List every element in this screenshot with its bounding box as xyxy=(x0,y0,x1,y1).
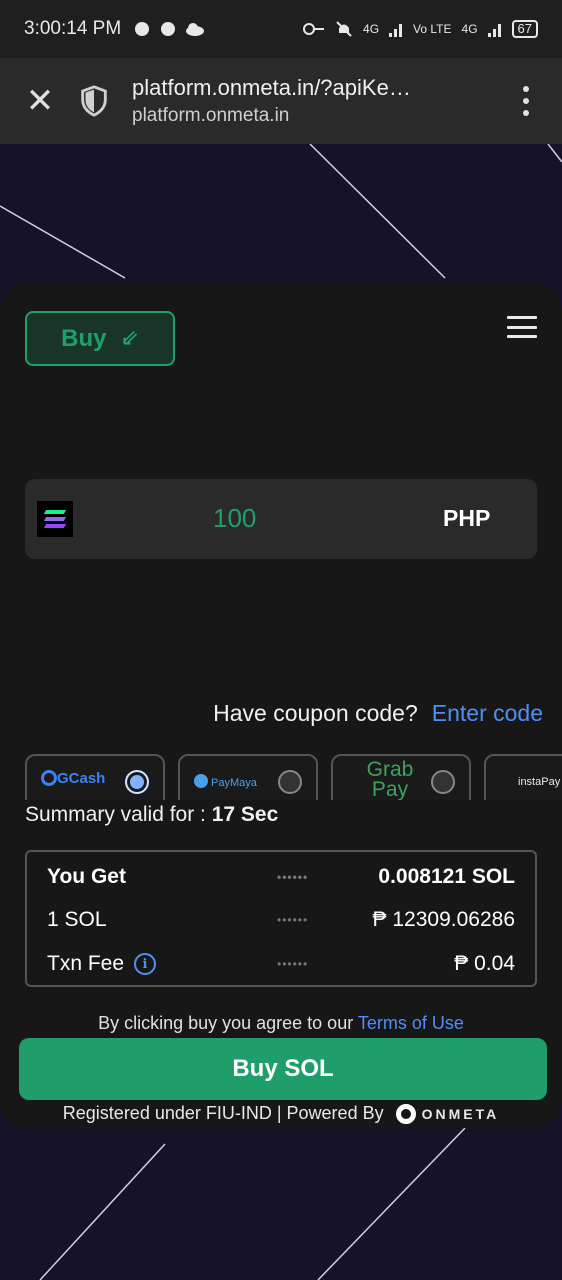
notification-icons xyxy=(133,21,205,37)
summary-validity: Summary valid for : 17 Sec xyxy=(25,803,278,827)
currency-selector[interactable]: PHP xyxy=(443,505,490,532)
buy-tab-label: Buy xyxy=(61,324,107,352)
buy-sol-button[interactable]: Buy SOL xyxy=(19,1038,547,1100)
summary-box: You Get •••••• 0.008121 SOL 1 SOL ••••••… xyxy=(25,850,537,987)
cloud-icon xyxy=(186,23,205,36)
app-notification-icon xyxy=(135,22,150,36)
payment-method-grabpay[interactable]: Grab Pay xyxy=(331,754,471,800)
amount-input[interactable]: 100 xyxy=(213,503,256,534)
payment-method-paymaya[interactable]: PayMaya xyxy=(178,754,318,800)
footer: Registered under FIU-IND | Powered By ON… xyxy=(0,1103,562,1124)
footer-text: Registered under FIU-IND | Powered By xyxy=(62,1103,384,1123)
summary-label-fee: Txn Fee i xyxy=(47,952,277,976)
arrow-down-left-icon: ⇙ xyxy=(120,326,139,351)
terms-prefix: By clicking buy you agree to our xyxy=(98,1013,354,1033)
instapay-logo: instaPay xyxy=(518,776,561,788)
buy-tab[interactable]: Buy ⇙ xyxy=(25,311,175,366)
mute-icon xyxy=(336,21,352,37)
summary-label: Txn Fee xyxy=(47,952,125,975)
network-label: 4G xyxy=(461,22,478,36)
summary-label: 1 SOL xyxy=(47,908,107,931)
summary-row-rate: 1 SOL •••••• ₱ 12309.06286 xyxy=(47,905,515,935)
summary-dots: •••••• xyxy=(277,957,309,971)
solana-icon[interactable] xyxy=(37,501,73,537)
url-title: platform.onmeta.in/?apiKe… xyxy=(132,75,411,100)
payment-method-instapay[interactable]: instaPay xyxy=(484,754,562,800)
coupon-question: Have coupon code? xyxy=(213,700,418,726)
summary-row-fee: Txn Fee i •••••• ₱ 0.04 xyxy=(47,949,515,979)
info-icon[interactable]: i xyxy=(134,953,157,975)
gcash-logo: GCash xyxy=(41,770,105,787)
more-options-icon[interactable] xyxy=(506,77,546,125)
summary-dots: •••••• xyxy=(277,913,309,927)
hamburger-menu-icon[interactable] xyxy=(507,316,537,338)
status-time: 3:00:14 PM xyxy=(24,18,122,39)
url-domain: platform.onmeta.in xyxy=(132,105,290,126)
radio-button[interactable] xyxy=(125,770,149,794)
radio-button[interactable] xyxy=(431,770,455,794)
summary-label: You Get xyxy=(47,865,126,888)
app-notification-icon xyxy=(161,22,176,36)
url-display[interactable]: platform.onmeta.in/?apiKe… platform.onme… xyxy=(132,75,506,127)
summary-value: 0.008121 SOL xyxy=(378,865,515,888)
network-label: 4G xyxy=(363,22,380,36)
shield-icon[interactable] xyxy=(70,77,118,125)
battery-icon: 67 xyxy=(511,20,538,38)
payment-methods: GCash PayMaya Grab Pay instaPay xyxy=(25,754,562,800)
volte-label: Vo LTE xyxy=(413,22,452,36)
status-bar: 3:00:14 PM 4G Vo LTE 4G 67 xyxy=(0,0,562,58)
paymaya-logo: PayMaya xyxy=(194,774,257,789)
coupon-row: Have coupon code? Enter code xyxy=(213,700,543,727)
summary-value: ₱ 0.04 xyxy=(454,952,515,975)
payment-method-gcash[interactable]: GCash xyxy=(25,754,165,800)
grabpay-logo: Grab Pay xyxy=(366,758,414,800)
summary-dots: •••••• xyxy=(277,870,309,884)
validity-timer: 17 Sec xyxy=(211,803,279,826)
amount-input-box[interactable]: 100 PHP xyxy=(25,479,537,559)
close-icon[interactable]: ✕ xyxy=(16,77,64,125)
system-icons: 4G Vo LTE 4G 67 xyxy=(303,20,538,38)
radio-button[interactable] xyxy=(278,770,302,794)
onmeta-logo-icon xyxy=(395,1103,416,1124)
signal-icon xyxy=(389,24,403,37)
key-icon xyxy=(303,23,325,35)
summary-row-you-get: You Get •••••• 0.008121 SOL xyxy=(47,862,515,892)
summary-value: ₱ 12309.06286 xyxy=(372,908,515,931)
browser-toolbar: ✕ platform.onmeta.in/?apiKe… platform.on… xyxy=(0,58,562,144)
enter-code-link[interactable]: Enter code xyxy=(432,700,543,727)
signal-icon xyxy=(487,24,501,37)
onmeta-brand: ONMETA xyxy=(421,1105,500,1122)
terms-notice: By clicking buy you agree to our Terms o… xyxy=(0,1013,562,1034)
terms-link[interactable]: Terms of Use xyxy=(358,1013,464,1033)
validity-label: Summary valid for : xyxy=(25,803,206,826)
